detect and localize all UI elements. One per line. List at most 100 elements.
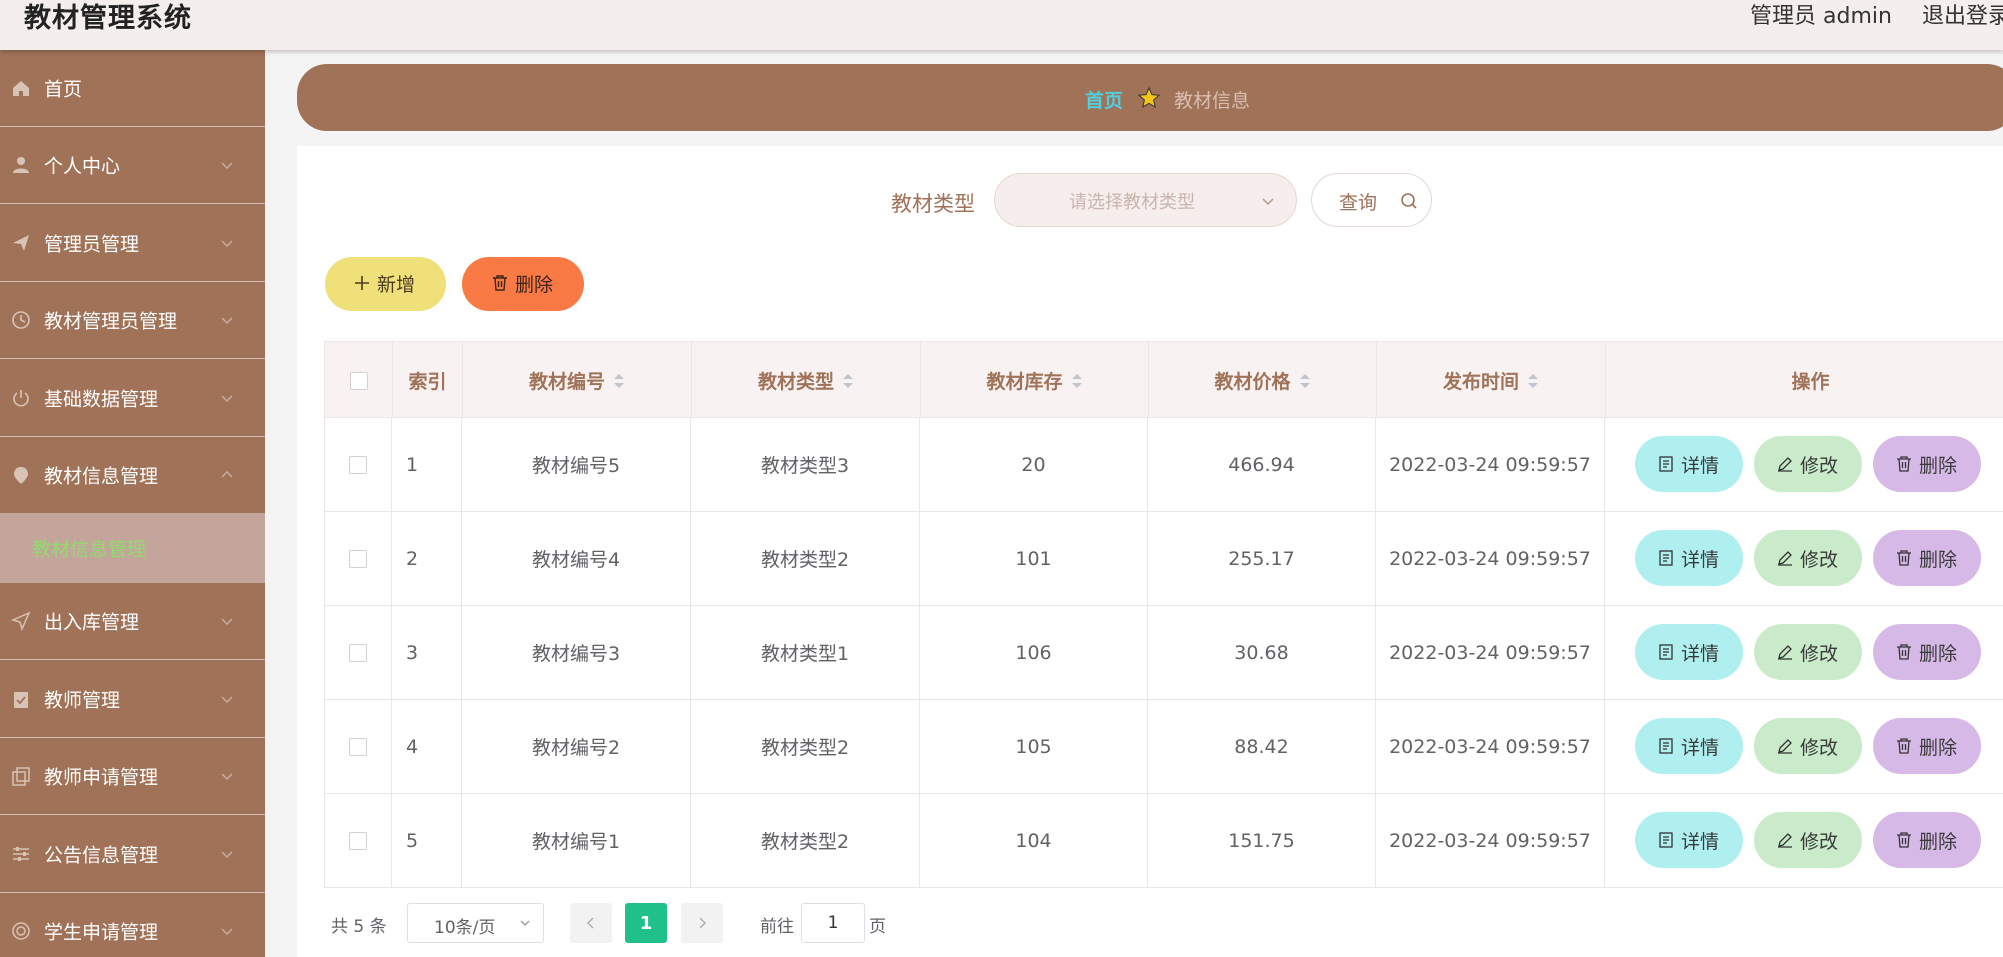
detail-button[interactable]: 详情 xyxy=(1635,812,1743,868)
column-index: 索引 xyxy=(393,342,463,419)
document-icon xyxy=(1659,738,1673,754)
batch-delete-label: 删除 xyxy=(515,274,554,296)
delete-button[interactable]: 删除 xyxy=(1873,812,1981,868)
edit-label: 修改 xyxy=(1800,737,1839,759)
clipboard-icon xyxy=(10,688,32,710)
sidebar-item-base-data[interactable]: 基础数据管理 xyxy=(0,360,265,437)
row-select-cell xyxy=(325,512,392,605)
detail-button[interactable]: 详情 xyxy=(1635,530,1743,586)
cell-index: 5 xyxy=(392,794,462,887)
detail-button[interactable]: 详情 xyxy=(1635,718,1743,774)
logout-link[interactable]: 退出登录 xyxy=(1922,0,2003,30)
column-ops: 操作 xyxy=(1791,371,1830,393)
breadcrumb-home[interactable]: 首页 xyxy=(1085,86,1123,113)
cell-index: 1 xyxy=(392,418,462,511)
chevron-down-icon xyxy=(221,395,233,403)
column-stock[interactable]: 教材库存 xyxy=(921,342,1149,419)
column-time[interactable]: 发布时间 xyxy=(1377,342,1606,419)
table-row: 5 教材编号1 教材类型2 104 151.75 2022-03-24 09:5… xyxy=(324,794,2003,888)
row-checkbox[interactable] xyxy=(349,831,367,850)
sidebar-item-announcements[interactable]: 公告信息管理 xyxy=(0,816,265,893)
sidebar-item-label: 学生申请管理 xyxy=(44,921,159,944)
sidebar-item-textbook-info[interactable]: 教材信息管理 xyxy=(0,437,265,514)
table-row: 1 教材编号5 教材类型3 20 466.94 2022-03-24 09:59… xyxy=(324,418,2003,512)
cell-time: 2022-03-24 09:59:57 xyxy=(1376,512,1605,605)
next-page-button[interactable] xyxy=(681,903,723,943)
delete-button[interactable]: 删除 xyxy=(1873,436,1981,492)
cell-stock: 101 xyxy=(920,512,1148,605)
document-icon xyxy=(1659,644,1673,660)
sidebar-item-label: 教师管理 xyxy=(44,689,121,712)
add-button[interactable]: 新增 xyxy=(325,257,446,311)
row-checkbox[interactable] xyxy=(349,455,367,474)
cell-index: 2 xyxy=(392,512,462,605)
textbook-type-select[interactable]: 请选择教材类型 xyxy=(994,173,1297,227)
send-icon xyxy=(10,232,32,254)
delete-button[interactable]: 删除 xyxy=(1873,718,1981,774)
column-code-label: 教材编号 xyxy=(528,371,605,393)
prev-page-button[interactable] xyxy=(570,903,612,943)
cell-price: 88.42 xyxy=(1148,700,1376,793)
document-icon xyxy=(1659,550,1673,566)
delete-label: 删除 xyxy=(1919,455,1958,477)
sidebar-subitem-label: 教材信息管理 xyxy=(32,538,147,561)
select-all-checkbox[interactable] xyxy=(349,371,368,390)
row-checkbox[interactable] xyxy=(349,549,367,568)
page-number-current[interactable]: 1 xyxy=(625,903,667,943)
sort-icon xyxy=(614,373,624,388)
sidebar-item-textbook-admins[interactable]: 教材管理员管理 xyxy=(0,282,265,359)
column-code[interactable]: 教材编号 xyxy=(463,342,692,419)
sidebar-item-home[interactable]: 首页 xyxy=(0,50,265,127)
row-checkbox[interactable] xyxy=(349,737,367,756)
sidebar-item-student-applications[interactable]: 学生申请管理 xyxy=(0,893,265,957)
delete-label: 删除 xyxy=(1919,737,1958,759)
sliders-icon xyxy=(10,843,32,865)
trash-icon xyxy=(1897,456,1911,472)
column-time-label: 发布时间 xyxy=(1442,371,1519,393)
sidebar: 首页 个人中心 管理员管理 教材管理员管理 基础数据管理 教材信息管理 教材信息… xyxy=(0,50,265,957)
sidebar-subitem-textbook-info[interactable]: 教材信息管理 xyxy=(0,513,265,583)
cell-index: 4 xyxy=(392,700,462,793)
plus-icon xyxy=(355,276,369,290)
table-row: 4 教材编号2 教材类型2 105 88.42 2022-03-24 09:59… xyxy=(324,700,2003,794)
cell-type: 教材类型2 xyxy=(691,794,920,887)
goto-page-input[interactable]: 1 xyxy=(801,903,865,943)
delete-label: 删除 xyxy=(1919,549,1958,571)
circle-icon xyxy=(10,920,32,942)
edit-button[interactable]: 修改 xyxy=(1754,530,1862,586)
edit-button[interactable]: 修改 xyxy=(1754,624,1862,680)
delete-button[interactable]: 删除 xyxy=(1873,530,1981,586)
detail-button[interactable]: 详情 xyxy=(1635,624,1743,680)
row-checkbox[interactable] xyxy=(349,643,367,662)
cell-index: 3 xyxy=(392,606,462,699)
sidebar-item-personal[interactable]: 个人中心 xyxy=(0,127,265,204)
sidebar-item-teachers[interactable]: 教师管理 xyxy=(0,661,265,738)
detail-button[interactable]: 详情 xyxy=(1635,436,1743,492)
cell-code: 教材编号2 xyxy=(462,700,691,793)
page-size-select[interactable]: 10条/页 xyxy=(407,903,544,943)
batch-delete-button[interactable]: 删除 xyxy=(462,257,584,311)
user-info: 管理员 admin xyxy=(1750,4,1892,29)
cell-stock: 106 xyxy=(920,606,1148,699)
cell-code: 教材编号4 xyxy=(462,512,691,605)
edit-button[interactable]: 修改 xyxy=(1754,718,1862,774)
sidebar-item-stock-io[interactable]: 出入库管理 xyxy=(0,583,265,660)
delete-button[interactable]: 删除 xyxy=(1873,624,1981,680)
table-row: 3 教材编号3 教材类型1 106 30.68 2022-03-24 09:59… xyxy=(324,606,2003,700)
query-button[interactable]: 查询 xyxy=(1311,173,1432,227)
edit-button[interactable]: 修改 xyxy=(1754,436,1862,492)
cell-time: 2022-03-24 09:59:57 xyxy=(1376,700,1605,793)
sidebar-item-teacher-applications[interactable]: 教师申请管理 xyxy=(0,738,265,815)
edit-button[interactable]: 修改 xyxy=(1754,812,1862,868)
chevron-left-icon xyxy=(586,917,594,929)
chevron-down-icon xyxy=(221,851,233,859)
cell-code: 教材编号1 xyxy=(462,794,691,887)
cell-type: 教材类型1 xyxy=(691,606,920,699)
chevron-down-icon xyxy=(1262,198,1274,206)
table-row: 2 教材编号4 教材类型2 101 255.17 2022-03-24 09:5… xyxy=(324,512,2003,606)
row-select-cell xyxy=(325,700,392,793)
copy-icon xyxy=(10,765,32,787)
column-type[interactable]: 教材类型 xyxy=(692,342,921,419)
sidebar-item-admins[interactable]: 管理员管理 xyxy=(0,205,265,282)
column-price[interactable]: 教材价格 xyxy=(1149,342,1377,419)
